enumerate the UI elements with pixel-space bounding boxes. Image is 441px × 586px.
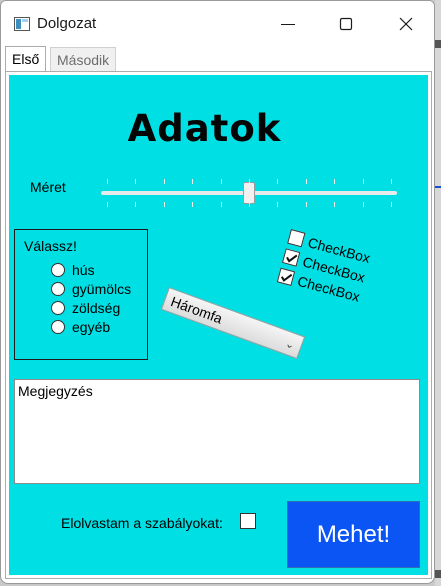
- background-mark: [435, 570, 441, 578]
- notes-textarea[interactable]: Megjegyzés: [14, 379, 420, 484]
- slider-tick: [221, 179, 222, 184]
- submit-button[interactable]: Mehet!: [287, 501, 420, 568]
- checkmark-icon: [280, 273, 293, 282]
- slider-tick: [221, 202, 222, 207]
- slider-tick: [249, 202, 250, 207]
- slider-tick: [391, 179, 392, 184]
- slider-tick: [164, 179, 165, 184]
- chevron-down-icon: ⌄: [283, 337, 297, 353]
- background-strip: [435, 0, 441, 586]
- checkbox-box[interactable]: [281, 248, 301, 267]
- slider-tick: [164, 202, 165, 207]
- title-bar[interactable]: Dolgozat: [1, 1, 434, 45]
- close-button[interactable]: [383, 9, 429, 39]
- page-title: Adatok: [127, 107, 282, 150]
- radio-label: zöldség: [72, 300, 121, 316]
- slider-tick: [306, 202, 307, 207]
- radio-label: egyéb: [72, 319, 111, 335]
- tab-first[interactable]: Első: [5, 46, 47, 72]
- size-label: Méret: [30, 179, 66, 195]
- tab-content: Adatok Méret Válassz! hús gyümölcs zölds…: [5, 71, 432, 579]
- slider-tick: [192, 202, 193, 207]
- slider-tick: [334, 202, 335, 207]
- radio-button[interactable]: [51, 282, 65, 296]
- checkbox-box[interactable]: [276, 267, 296, 287]
- minimize-button[interactable]: [265, 9, 311, 39]
- tab-strip: Első Második: [1, 45, 434, 72]
- app-window-icon: [14, 17, 30, 31]
- window-title: Dolgozat: [37, 15, 97, 32]
- form-panel: Adatok Méret Válassz! hús gyümölcs zölds…: [9, 75, 428, 575]
- slider-tick: [363, 179, 364, 184]
- slider-tick: [192, 179, 193, 184]
- slider-tick: [249, 179, 250, 184]
- tab-second[interactable]: Második: [50, 47, 117, 71]
- checkbox-box[interactable]: [287, 229, 306, 248]
- size-slider[interactable]: [99, 173, 399, 213]
- slider-tick: [334, 179, 335, 184]
- slider-tick: [107, 202, 108, 207]
- agree-label: Elolvastam a szabályokat:: [61, 515, 223, 531]
- slider-tick: [363, 202, 364, 207]
- checkmark-icon: [286, 254, 298, 263]
- tree-combo-box[interactable]: Háromfa ⌄: [160, 287, 306, 360]
- minimize-icon: [281, 24, 295, 25]
- combo-selected-value: Háromfa: [168, 293, 225, 327]
- radio-label: hús: [72, 262, 95, 278]
- slider-thumb[interactable]: [243, 182, 255, 204]
- slider-tick: [277, 179, 278, 184]
- slider-tick: [135, 179, 136, 184]
- background-mark: [435, 186, 441, 188]
- maximize-icon: [339, 17, 353, 31]
- agree-checkbox[interactable]: [240, 513, 256, 529]
- radio-button[interactable]: [51, 320, 65, 334]
- group-title: Válassz!: [24, 238, 77, 254]
- radio-button[interactable]: [51, 263, 65, 277]
- slider-tick: [135, 202, 136, 207]
- radio-label: gyümölcs: [72, 281, 132, 297]
- main-window: Dolgozat Első Második Adatok Méret Válas…: [0, 0, 435, 584]
- maximize-button[interactable]: [323, 9, 369, 39]
- slider-tick: [306, 179, 307, 184]
- slider-tick: [391, 202, 392, 207]
- background-mark: [435, 40, 441, 48]
- close-icon: [399, 17, 413, 31]
- slider-tick: [277, 202, 278, 207]
- choice-group: Válassz! hús gyümölcs zöldség egyéb: [14, 229, 148, 360]
- slider-tick: [107, 179, 108, 184]
- radio-button[interactable]: [51, 301, 65, 315]
